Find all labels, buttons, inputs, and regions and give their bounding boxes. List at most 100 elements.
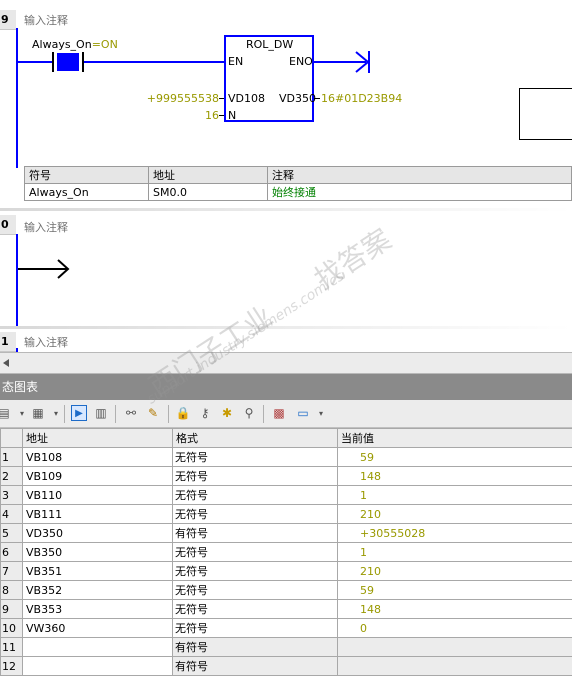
network-comment[interactable]: 输入注释 xyxy=(24,12,68,28)
dropdown-icon[interactable]: ▾ xyxy=(48,405,64,421)
table-row: 11 有符号 xyxy=(1,638,572,657)
status-chart-grid: 地址 格式 当前值 1VB108无符号59 2VB109无符号148 3VB11… xyxy=(0,428,572,676)
symbol-table: 符号 地址 注释 Always_On SM0.0 始终接通 xyxy=(24,166,572,201)
value-cell[interactable]: 1 xyxy=(338,486,572,505)
format-cell[interactable]: 无符号 xyxy=(173,448,338,467)
row-number[interactable]: 12 xyxy=(1,657,23,676)
address-cell[interactable]: VB352 xyxy=(23,581,173,600)
network-number[interactable]: 1 xyxy=(0,332,16,352)
address-cell[interactable]: SM0.0 xyxy=(149,184,268,201)
toolbar-separator xyxy=(263,405,264,423)
network-separator xyxy=(0,326,572,329)
network-number[interactable]: 9 xyxy=(0,10,16,30)
address-cell[interactable]: VD350 xyxy=(23,524,173,543)
address-cell[interactable]: VB109 xyxy=(23,467,173,486)
value-cell[interactable]: 210 xyxy=(338,505,572,524)
read-all-forced-icon[interactable]: ⚲ xyxy=(241,405,257,421)
write-pencil-icon[interactable]: ✎ xyxy=(145,405,161,421)
n-value[interactable]: 16 xyxy=(205,109,219,122)
address-cell[interactable]: VB351 xyxy=(23,562,173,581)
new-chart-icon[interactable]: ▤ xyxy=(0,405,12,421)
row-number[interactable]: 10 xyxy=(1,619,23,638)
row-number[interactable]: 11 xyxy=(1,638,23,657)
out-pin: VD350 xyxy=(279,92,316,105)
value-cell[interactable] xyxy=(338,638,572,657)
row-number[interactable]: 2 xyxy=(1,467,23,486)
value-cell[interactable]: 210 xyxy=(338,562,572,581)
address-column-header[interactable]: 地址 xyxy=(23,429,173,448)
value-column-header[interactable]: 当前值 xyxy=(338,429,572,448)
out-value[interactable]: 16#01D23B94 xyxy=(321,92,402,105)
wire xyxy=(18,61,52,63)
power-rail xyxy=(16,234,18,326)
power-rail xyxy=(16,28,18,168)
unforce-icon[interactable]: ⚷ xyxy=(197,405,213,421)
format-cell[interactable]: 有符号 xyxy=(173,638,338,657)
value-cell[interactable]: 148 xyxy=(338,600,572,619)
address-cell[interactable]: VB353 xyxy=(23,600,173,619)
pin-stub xyxy=(314,98,320,99)
address-cell[interactable]: VB350 xyxy=(23,543,173,562)
format-cell[interactable]: 无符号 xyxy=(173,581,338,600)
dropdown-icon[interactable]: ▾ xyxy=(313,405,329,421)
row-number[interactable]: 9 xyxy=(1,600,23,619)
read-glasses-icon[interactable]: ⚯ xyxy=(123,405,139,421)
start-monitoring-icon[interactable]: ▶ xyxy=(71,405,87,421)
address-cell[interactable]: VB111 xyxy=(23,505,173,524)
tooltip-icon[interactable]: ▭ xyxy=(295,405,311,421)
wire xyxy=(84,61,224,63)
value-cell[interactable]: +30555028 xyxy=(338,524,572,543)
toolbar-separator xyxy=(64,405,65,423)
value-cell[interactable]: 59 xyxy=(338,448,572,467)
format-cell[interactable]: 无符号 xyxy=(173,562,338,581)
format-cell[interactable]: 有符号 xyxy=(173,524,338,543)
format-cell[interactable]: 有符号 xyxy=(173,657,338,676)
row-number[interactable]: 1 xyxy=(1,448,23,467)
scroll-left-icon[interactable] xyxy=(2,358,10,368)
format-column-header[interactable]: 格式 xyxy=(173,429,338,448)
force-lock-icon[interactable]: 🔒 xyxy=(175,405,191,421)
row-number[interactable]: 8 xyxy=(1,581,23,600)
symbol-cell[interactable]: Always_On xyxy=(25,184,149,201)
format-cell[interactable]: 无符号 xyxy=(173,505,338,524)
address-cell[interactable] xyxy=(23,638,173,657)
format-cell[interactable]: 无符号 xyxy=(173,543,338,562)
network-comment[interactable]: 输入注释 xyxy=(24,334,68,350)
address-cell[interactable]: VB110 xyxy=(23,486,173,505)
eno-pin: ENO xyxy=(289,55,313,68)
network-separator xyxy=(0,208,572,211)
row-number[interactable]: 6 xyxy=(1,543,23,562)
address-cell[interactable]: VW360 xyxy=(23,619,173,638)
contact-closed-indicator[interactable] xyxy=(57,53,79,71)
pause-icon[interactable]: ▥ xyxy=(93,405,109,421)
network-number[interactable]: 0 xyxy=(0,215,16,235)
adjacent-element-box[interactable] xyxy=(519,88,572,140)
value-cell[interactable]: 0 xyxy=(338,619,572,638)
format-cell[interactable]: 无符号 xyxy=(173,600,338,619)
format-cell[interactable]: 无符号 xyxy=(173,619,338,638)
address-cell[interactable]: VB108 xyxy=(23,448,173,467)
box-title: ROL_DW xyxy=(246,38,293,51)
unforce-all-icon[interactable]: ✱ xyxy=(219,405,235,421)
value-cell[interactable]: 59 xyxy=(338,581,572,600)
trend-view-icon[interactable]: ▩ xyxy=(271,405,287,421)
row-number[interactable]: 7 xyxy=(1,562,23,581)
value-cell[interactable]: 148 xyxy=(338,467,572,486)
format-cell[interactable]: 无符号 xyxy=(173,486,338,505)
row-number[interactable]: 3 xyxy=(1,486,23,505)
horizontal-scrollbar[interactable] xyxy=(0,352,572,374)
dropdown-icon[interactable]: ▾ xyxy=(14,405,30,421)
address-header: 地址 xyxy=(149,167,268,184)
table-row: 9VB353无符号148 xyxy=(1,600,572,619)
delete-chart-icon[interactable]: ▦ xyxy=(30,405,46,421)
address-cell[interactable] xyxy=(23,657,173,676)
row-number[interactable]: 4 xyxy=(1,505,23,524)
comment-cell[interactable]: 始终接通 xyxy=(268,184,572,201)
row-number[interactable]: 5 xyxy=(1,524,23,543)
in-value[interactable]: +999555538 xyxy=(147,92,219,105)
value-cell[interactable] xyxy=(338,657,572,676)
network-comment[interactable]: 输入注释 xyxy=(24,219,68,235)
format-cell[interactable]: 无符号 xyxy=(173,467,338,486)
table-row: 3VB110无符号1 xyxy=(1,486,572,505)
value-cell[interactable]: 1 xyxy=(338,543,572,562)
